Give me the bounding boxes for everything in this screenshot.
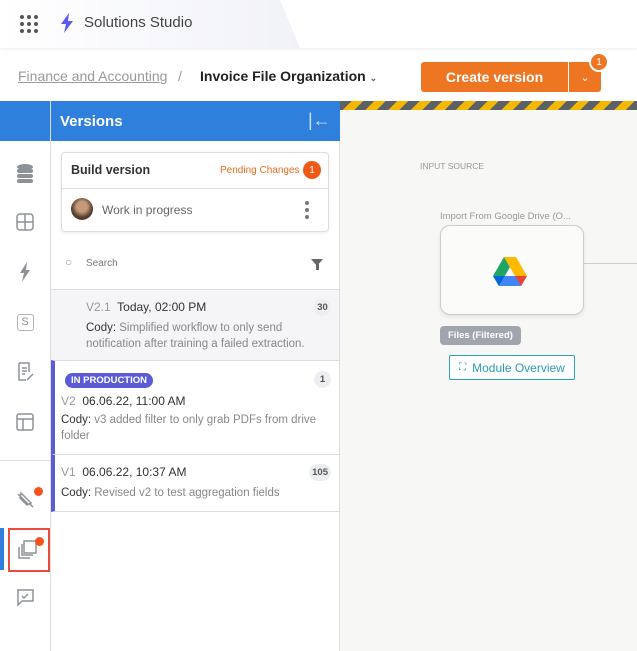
versions-header: Versions |← <box>51 101 340 141</box>
build-version-title: Build version <box>71 163 151 177</box>
node-label: Import From Google Drive (O... <box>440 211 571 222</box>
pending-changes-label: Pending Changes <box>220 165 300 176</box>
version-item[interactable]: IN PRODUCTION 1 V2 06.06.22, 11:00 AM Co… <box>51 360 339 454</box>
breadcrumb-current: Invoice File Organization <box>200 68 366 84</box>
in-production-badge: IN PRODUCTION <box>65 373 153 388</box>
versions-nav-button[interactable] <box>8 528 50 572</box>
version-message: Revised v2 to test aggregation fields <box>94 487 280 499</box>
plug-icon[interactable] <box>12 486 43 512</box>
google-drive-icon <box>493 257 527 286</box>
version-count: 1 <box>314 371 331 388</box>
version-date: Today, 02:00 PM <box>117 300 207 314</box>
notification-badge: 1 <box>589 52 609 72</box>
notification-dot <box>34 487 43 496</box>
breadcrumb-separator: / <box>178 68 182 84</box>
version-message: Simplified workflow to only send notific… <box>86 322 305 350</box>
version-item[interactable]: V1 06.06.22, 10:37 AM 105 Cody: Revised … <box>51 454 339 512</box>
chevron-down-icon: ⌄ <box>369 73 378 83</box>
database-icon[interactable] <box>12 160 38 186</box>
version-date: 06.06.22, 10:37 AM <box>82 465 187 479</box>
create-version-button[interactable]: Create version <box>421 62 568 92</box>
version-date: 06.06.22, 11:00 AM <box>82 394 186 408</box>
version-message: v3 added filter to only grab PDFs from d… <box>61 414 317 442</box>
app-title: Solutions Studio <box>84 14 193 31</box>
module-overview-button[interactable]: ⛶ Module Overview <box>449 355 575 380</box>
notification-dot <box>35 537 44 546</box>
version-author: Cody: <box>61 414 92 426</box>
filter-icon-stem <box>316 264 319 270</box>
pending-count-badge: 1 <box>303 161 321 179</box>
versions-panel: Versions |← Build version Pending Change… <box>51 101 340 651</box>
collapse-panel-icon[interactable]: |← <box>308 110 331 131</box>
top-bar: Solutions Studio <box>0 0 637 48</box>
breadcrumb-parent-link[interactable]: Finance and Accounting <box>18 68 167 84</box>
workflow-canvas[interactable]: INPUT SOURCE Import From Google Drive (O… <box>340 101 637 651</box>
grid-icon[interactable] <box>12 209 38 235</box>
connector-line <box>584 263 637 264</box>
expand-icon: ⛶ <box>459 362 467 373</box>
active-indicator <box>0 528 4 570</box>
search-input[interactable] <box>86 258 286 269</box>
message-check-icon[interactable] <box>12 585 38 611</box>
lightning-icon[interactable] <box>12 259 38 285</box>
document-edit-icon[interactable] <box>12 359 38 385</box>
avatar <box>71 198 93 220</box>
rail-header <box>0 101 50 141</box>
module-overview-label: Module Overview <box>472 360 565 375</box>
apps-grid-icon[interactable] <box>20 15 38 33</box>
s-box-icon[interactable]: S <box>12 309 38 335</box>
lightning-bolt-icon <box>61 13 73 33</box>
version-count: 105 <box>309 464 331 481</box>
work-in-progress-label: Work in progress <box>102 203 193 217</box>
section-label: INPUT SOURCE <box>420 161 485 171</box>
version-author: Cody: <box>86 322 117 334</box>
panel-title: Versions <box>60 113 123 130</box>
output-pill[interactable]: Files (Filtered) <box>440 326 521 345</box>
left-rail: S <box>0 101 51 651</box>
version-author: Cody: <box>61 487 92 499</box>
google-drive-node[interactable] <box>440 225 584 315</box>
build-version-card[interactable]: Build version Pending Changes 1 Work in … <box>61 152 329 232</box>
version-count: 30 <box>314 299 331 316</box>
version-number: V1 <box>61 465 76 479</box>
version-number: V2.1 <box>86 300 111 314</box>
more-options-icon[interactable] <box>305 201 311 219</box>
hazard-stripe <box>340 101 637 110</box>
chevron-down-icon: ⌄ <box>580 71 590 84</box>
search-icon: ○ <box>65 255 73 269</box>
version-number: V2 <box>61 394 76 408</box>
version-item[interactable]: V2.1 Today, 02:00 PM 30 Cody: Simplified… <box>51 289 339 360</box>
card-divider <box>62 188 328 189</box>
breadcrumb-current-dropdown[interactable]: Invoice File Organization ⌄ <box>200 68 377 84</box>
rail-divider <box>0 460 50 461</box>
layout-icon[interactable] <box>12 409 38 435</box>
